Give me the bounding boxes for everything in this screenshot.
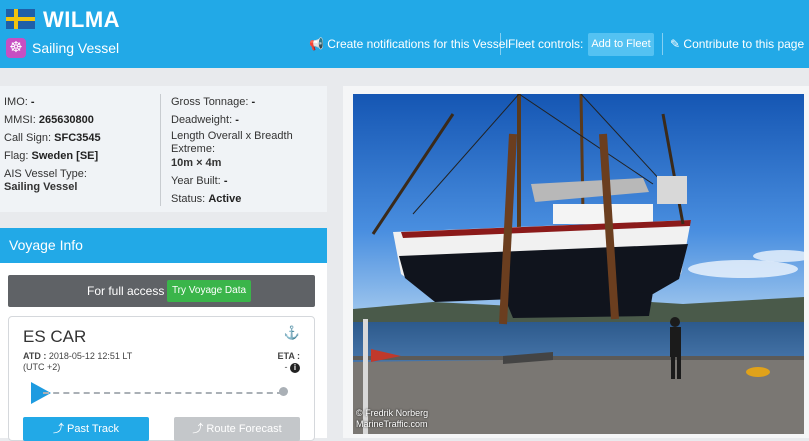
column-divider xyxy=(160,94,161,206)
eta-info-icon[interactable]: i xyxy=(290,363,300,373)
full-access-banner: For full access Try Voyage Data xyxy=(8,275,315,307)
mmsi-label: MMSI: xyxy=(4,114,36,126)
callsign-value: SFC3545 xyxy=(54,132,101,144)
status-label: Status: xyxy=(171,193,206,205)
ais-type-value: Sailing Vessel xyxy=(4,181,78,193)
photo-credit: © Fredrik Norberg MarineTraffic.com xyxy=(356,408,428,430)
contribute-link[interactable]: ✎ Contribute to this page xyxy=(670,37,804,51)
photo-credit-author: © Fredrik Norberg xyxy=(356,408,429,418)
imo-label: IMO: xyxy=(4,96,28,108)
gross-tonnage-row: Gross Tonnage: - xyxy=(171,96,255,108)
deadweight-row: Deadweight: - xyxy=(171,114,239,126)
past-track-button[interactable]: ⤴ Past Track xyxy=(23,417,149,441)
header-divider xyxy=(500,33,501,55)
status-value: Active xyxy=(208,193,242,205)
atd-timezone: (UTC +2) xyxy=(23,362,61,372)
megaphone-icon: 📢 xyxy=(309,37,324,51)
length-label-line2: Extreme: xyxy=(171,143,216,155)
ais-type-label: AIS Vessel Type: xyxy=(4,168,87,180)
destination-dot xyxy=(279,387,288,396)
try-voyage-data-button[interactable]: Try Voyage Data xyxy=(167,280,251,302)
length-value: 10m × 4m xyxy=(171,157,222,169)
year-built-row: Year Built: - xyxy=(171,175,227,187)
vessel-details-panel: IMO: - MMSI: 265630800 Call Sign: SFC354… xyxy=(0,86,327,212)
eta-label: ETA : xyxy=(277,351,301,361)
photo-credit-site: MarineTraffic.com xyxy=(356,419,428,429)
full-access-text: For full access xyxy=(87,284,165,298)
year-built-label: Year Built: xyxy=(171,175,221,187)
vessel-photo[interactable] xyxy=(353,94,804,434)
vessel-type: Sailing Vessel xyxy=(32,40,120,56)
header-divider xyxy=(662,33,663,55)
flag-row: Flag: Sweden [SE] xyxy=(4,150,98,162)
sailing-vessel-icon: ☸ xyxy=(6,38,26,58)
flag-label: Flag: xyxy=(4,150,29,162)
route-progress-line xyxy=(43,392,283,394)
route-card: ES CAR ⚓ ATD : 2018-05-12 12:51 LT (UTC … xyxy=(8,316,315,441)
fleet-controls-label: Fleet controls: xyxy=(508,37,584,51)
gross-tonnage-value: - xyxy=(251,96,256,108)
deadweight-label: Deadweight: xyxy=(171,114,233,126)
pencil-icon: ✎ xyxy=(670,37,681,51)
add-to-fleet-button[interactable]: Add to Fleet xyxy=(588,33,654,56)
contribute-label: Contribute to this page xyxy=(683,37,805,51)
status-row: Status: Active xyxy=(171,193,241,205)
create-notifications-label: Create notifications for this Vessel xyxy=(327,37,509,51)
callsign-label: Call Sign: xyxy=(4,132,52,144)
atd-info: ATD : 2018-05-12 12:51 LT (UTC +2) xyxy=(23,351,132,373)
callsign-row: Call Sign: SFC3545 xyxy=(4,132,101,144)
deadweight-value: - xyxy=(235,114,239,126)
route-icon: ⤴ xyxy=(192,423,204,435)
voyage-info-heading: Voyage Info xyxy=(0,228,327,263)
atd-label: ATD : xyxy=(23,351,47,361)
create-notifications-link[interactable]: 📢 Create notifications for this Vessel xyxy=(309,37,508,51)
atd-value: 2018-05-12 12:51 LT xyxy=(48,351,133,361)
flag-value: Sweden [SE] xyxy=(31,150,99,162)
vessel-header: WILMA ☸ Sailing Vessel 📢 Create notifica… xyxy=(0,0,809,68)
imo-row: IMO: - xyxy=(4,96,35,108)
port-help-icon[interactable]: ⚓ xyxy=(284,325,300,341)
track-icon: ⤴ xyxy=(52,423,64,435)
destination: ES CAR xyxy=(23,327,87,346)
mmsi-row: MMSI: 265630800 xyxy=(4,114,94,126)
past-track-label: Past Track xyxy=(67,423,120,435)
mmsi-value: 265630800 xyxy=(38,114,94,126)
route-forecast-button[interactable]: ⤴ Route Forecast xyxy=(174,417,300,441)
length-label-line1: Length Overall x Breadth xyxy=(171,130,293,142)
route-forecast-label: Route Forecast xyxy=(206,423,282,435)
eta-value: - xyxy=(284,362,288,372)
year-built-value: - xyxy=(223,175,228,187)
eta-info: ETA : - i xyxy=(277,351,301,373)
imo-value: - xyxy=(30,96,35,108)
voyage-info-panel: Voyage Info For full access Try Voyage D… xyxy=(0,228,327,441)
gross-tonnage-label: Gross Tonnage: xyxy=(171,96,249,108)
vessel-name: WILMA xyxy=(43,7,121,32)
sweden-flag-icon xyxy=(6,9,35,29)
